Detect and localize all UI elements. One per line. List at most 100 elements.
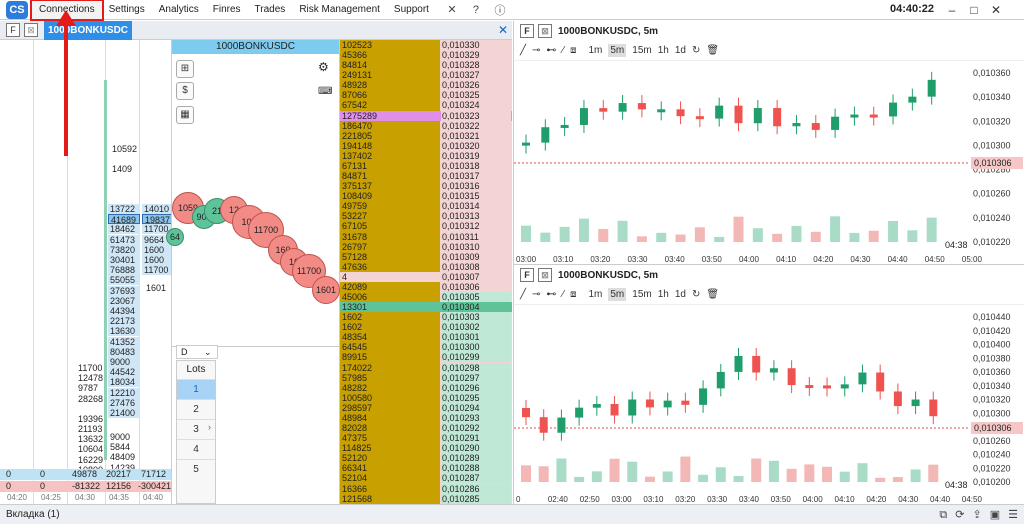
dom-row[interactable]: 57985 0,010297 <box>340 372 512 383</box>
unlink-icon[interactable]: ⊠ <box>24 23 38 37</box>
dom-row[interactable]: 67131 0,010318 <box>340 160 512 171</box>
dom-row[interactable]: 26797 0,010310 <box>340 241 512 252</box>
unlink-icon[interactable]: ⊠ <box>538 24 552 38</box>
dom-row[interactable]: 66341 0,010288 <box>340 463 512 474</box>
lot-option[interactable]: 4 <box>177 439 215 459</box>
ray-tool-icon[interactable]: ⊷ <box>546 45 556 56</box>
dom-row[interactable]: 1602 0,010303 <box>340 312 512 323</box>
keyboard-icon[interactable]: ⌨ <box>318 86 332 97</box>
dom-row[interactable]: 100580 0,010295 <box>340 392 512 403</box>
dom-row[interactable]: 67542 0,010324 <box>340 100 512 111</box>
dom-row[interactable]: 82028 0,010292 <box>340 423 512 434</box>
dom-row[interactable]: 49759 0,010314 <box>340 201 512 212</box>
export-icon[interactable]: ⇪ <box>973 505 982 525</box>
dom-row[interactable]: 48984 0,010293 <box>340 412 512 423</box>
trash-icon[interactable]: 🗑 <box>706 289 719 300</box>
hline-tool-icon[interactable]: ⊸ <box>532 45 540 56</box>
hline-tool-icon[interactable]: ⊸ <box>532 289 540 300</box>
dom-row[interactable]: 249131 0,010327 <box>340 70 512 81</box>
dom-row[interactable]: 108409 0,010315 <box>340 191 512 202</box>
dom-row[interactable]: 16366 0,010286 <box>340 483 512 494</box>
dom-row[interactable]: 186470 0,010322 <box>340 120 512 131</box>
candlestick-chart[interactable]: 0,010440 0,010420 0,010400 0,010380 0,010360… <box>514 305 1024 504</box>
dom-row[interactable]: 194148 0,010320 <box>340 140 512 151</box>
workspace-tab-label[interactable]: Вкладка (1) <box>6 509 60 520</box>
lot-option[interactable]: 2 <box>177 399 215 419</box>
close-icon[interactable]: ✕ <box>988 2 1004 18</box>
line-tool-icon[interactable]: ╱ <box>520 45 526 56</box>
lot-option[interactable]: 1 <box>177 379 215 399</box>
expand-chevron-icon[interactable]: › <box>208 422 211 432</box>
menu-support[interactable]: Support <box>387 1 436 19</box>
help-icon[interactable]: ? <box>468 4 484 16</box>
dom-row[interactable]: 137402 0,010319 <box>340 150 512 161</box>
dom-row[interactable]: 174022 0,010298 <box>340 362 512 373</box>
info-icon[interactable]: ⓘ <box>492 2 508 18</box>
refresh-icon[interactable]: ↻ <box>692 289 700 300</box>
minimize-icon[interactable]: – <box>944 2 960 18</box>
menu-analytics[interactable]: Analytics <box>152 1 206 19</box>
menu-risk-management[interactable]: Risk Management <box>292 1 387 19</box>
dom-row[interactable]: 52104 0,010287 <box>340 473 512 484</box>
dom-row[interactable]: 89915 0,010299 <box>340 352 512 363</box>
calculator-icon[interactable]: ▦ <box>176 106 194 124</box>
sync-icon[interactable]: ⟳ <box>955 505 964 525</box>
dom-row[interactable]: 4 0,010307 <box>340 271 512 282</box>
pin-icon[interactable]: ✕ <box>444 3 460 16</box>
dom-row[interactable]: 45366 0,010329 <box>340 50 512 61</box>
rect-tool-icon[interactable]: ⧈ <box>570 45 576 56</box>
dom-row[interactable]: 1275289 0,010323 <box>340 110 512 121</box>
tf-5m[interactable]: 5m <box>608 44 627 57</box>
f-icon[interactable]: F <box>520 24 534 38</box>
dom-row[interactable]: 84814 0,010328 <box>340 60 512 71</box>
dom-row[interactable]: 31678 0,010311 <box>340 231 512 242</box>
trend-tool-icon[interactable]: ⁄ <box>562 45 564 56</box>
menu-icon[interactable]: ☰ <box>1008 505 1018 525</box>
dom-row[interactable]: 47375 0,010291 <box>340 433 512 444</box>
tf-1m[interactable]: 1m <box>588 45 602 56</box>
candlestick-chart[interactable]: 0,0103600,0103400,0103200,0103000,010280… <box>514 61 1024 264</box>
dom-row[interactable]: 67105 0,010312 <box>340 221 512 232</box>
tf-5m[interactable]: 5m <box>608 288 627 301</box>
trend-tool-icon[interactable]: ⁄ <box>562 289 564 300</box>
dom-row[interactable]: 84871 0,010317 <box>340 171 512 182</box>
dom-row[interactable]: 42089 0,010306 <box>340 281 512 292</box>
trash-icon[interactable]: 🗑 <box>706 45 719 56</box>
dom-row[interactable]: 221805 0,010321 <box>340 130 512 141</box>
dom-row[interactable]: 48354 0,010301 <box>340 332 512 343</box>
dollar-icon[interactable]: $ <box>176 82 194 100</box>
dom-row[interactable]: 48928 0,010326 <box>340 80 512 91</box>
maximize-icon[interactable]: □ <box>966 2 982 18</box>
tf-1m[interactable]: 1m <box>588 289 602 300</box>
dom-row[interactable]: 298597 0,010294 <box>340 402 512 413</box>
dom-row[interactable]: 52120 0,010289 <box>340 453 512 464</box>
f-icon[interactable]: F <box>6 23 20 37</box>
dom-row[interactable]: 57128 0,010309 <box>340 251 512 262</box>
f-icon[interactable]: F <box>520 268 534 282</box>
dom-row[interactable]: 375137 0,010316 <box>340 181 512 192</box>
dom-row[interactable]: 1602 0,010302 <box>340 322 512 333</box>
dom-row[interactable]: 48282 0,010296 <box>340 382 512 393</box>
tf-1d[interactable]: 1d <box>675 45 686 56</box>
dom-row[interactable]: 102523 0,010330 <box>340 40 512 50</box>
menu-settings[interactable]: Settings <box>102 1 152 19</box>
menu-trades[interactable]: Trades <box>248 1 293 19</box>
dom-row[interactable]: 47636 0,010308 <box>340 261 512 272</box>
lot-option[interactable]: 5 <box>177 459 215 479</box>
unlink-icon[interactable]: ⊠ <box>538 268 552 282</box>
line-tool-icon[interactable]: ╱ <box>520 289 526 300</box>
dom-row[interactable]: 53227 0,010313 <box>340 211 512 222</box>
window-icon[interactable]: ▣ <box>990 505 1000 525</box>
ray-tool-icon[interactable]: ⊷ <box>546 289 556 300</box>
layout-icon[interactable]: ⧉ <box>939 505 947 525</box>
dom-row[interactable]: 45006 0,010305 <box>340 292 512 302</box>
close-tab-icon[interactable]: ✕ <box>498 23 508 37</box>
rect-tool-icon[interactable]: ⧈ <box>570 289 576 300</box>
tf-1h[interactable]: 1h <box>658 45 669 56</box>
lot-mode-dropdown[interactable]: D ⌄ <box>176 345 218 359</box>
menu-finres[interactable]: Finres <box>206 1 248 19</box>
tf-15m[interactable]: 15m <box>632 289 651 300</box>
dom-row[interactable]: 114825 0,010290 <box>340 443 512 454</box>
tf-15m[interactable]: 15m <box>632 45 651 56</box>
gear-icon[interactable]: ⚙ <box>318 60 329 74</box>
